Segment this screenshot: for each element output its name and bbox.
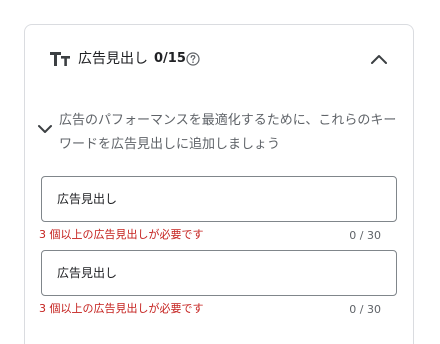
chevron-up-icon [371,55,387,64]
headline-error-2: 3 個以上の広告見出しが必要です [39,302,204,315]
collapse-button[interactable] [365,45,393,73]
headline-counter-2: 0 / 30 [349,303,381,316]
headline-count: 0/15 [154,51,186,66]
help-circle-icon[interactable] [186,52,200,66]
headline-input-1[interactable] [42,177,396,221]
headline-field-2[interactable] [41,250,397,296]
headline-counter-1: 0 / 30 [349,229,381,242]
headline-field-1[interactable] [41,176,397,222]
panel-title: 広告見出し [78,51,148,67]
text-format-icon [50,52,70,66]
headline-input-2[interactable] [42,251,396,295]
keyword-hint: 広告のパフォーマンスを最適化するために、これらのキーワードを広告見出しに追加しま… [59,113,397,152]
headlines-panel: 広告見出し 0/15 広告のパフォーマンスを最適化するために、これらのキーワード… [24,24,414,344]
chevron-down-icon [38,125,52,133]
headline-error-1: 3 個以上の広告見出しが必要です [39,228,204,241]
panel-header: 広告見出し 0/15 [25,25,413,93]
expand-hint-button[interactable] [35,119,55,139]
